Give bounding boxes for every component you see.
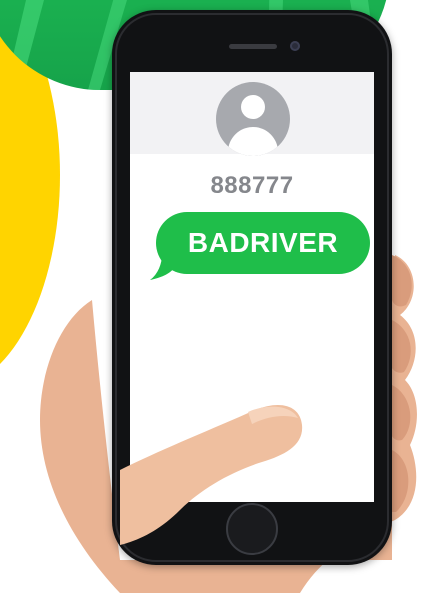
- contact-number: 888777: [210, 172, 294, 199]
- front-camera-icon: [290, 41, 300, 51]
- message-bubble[interactable]: BADRIVER: [156, 212, 370, 274]
- speaker-grille-icon: [229, 44, 277, 49]
- home-button-icon[interactable]: [226, 503, 278, 555]
- avatar-body: [228, 127, 278, 156]
- scene: 888777 BADRIVER: [0, 0, 422, 593]
- avatar-head: [241, 95, 265, 119]
- smartphone: 888777 BADRIVER: [112, 10, 392, 565]
- messages-screen: 888777 BADRIVER: [130, 72, 374, 502]
- person-avatar-icon[interactable]: [216, 82, 290, 156]
